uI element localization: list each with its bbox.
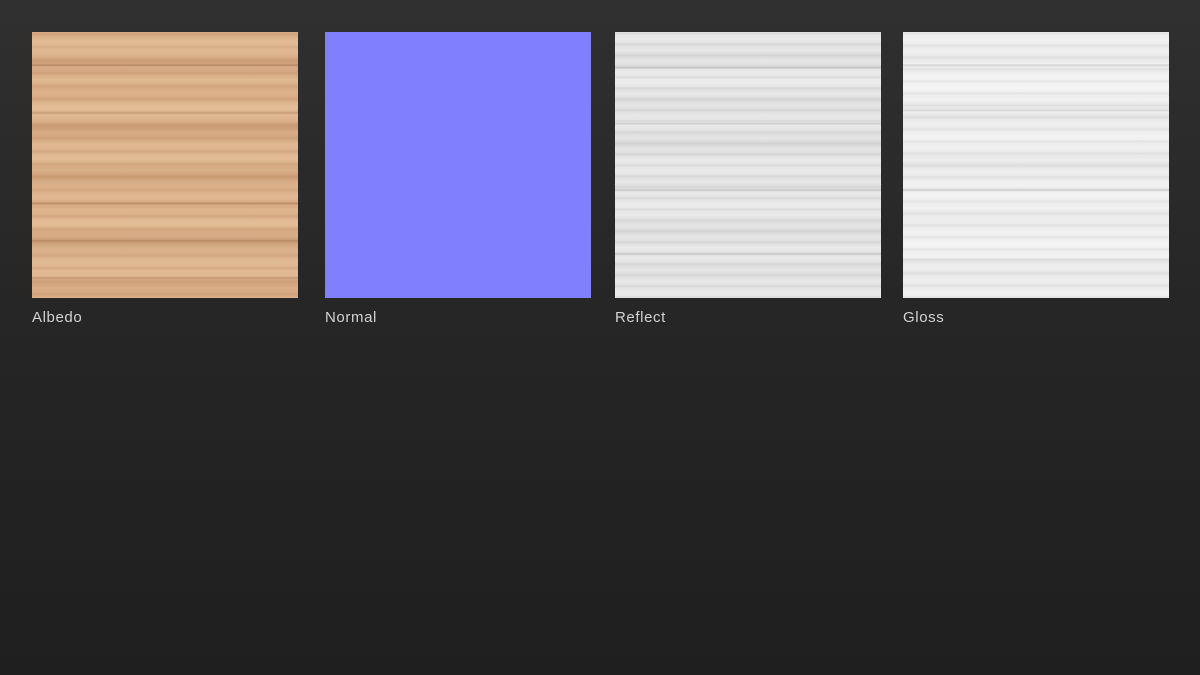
texture-tile-normal[interactable]: Normal (325, 32, 591, 326)
reflect-texture-label: Reflect (615, 309, 666, 326)
texture-tile-albedo[interactable]: Albedo (32, 32, 298, 326)
gloss-texture-preview[interactable] (903, 32, 1169, 298)
normal-texture-label: Normal (325, 309, 377, 326)
texture-tile-reflect[interactable]: Reflect (615, 32, 881, 326)
gloss-texture-label: Gloss (903, 309, 945, 326)
albedo-texture-preview[interactable] (32, 32, 298, 298)
normal-texture-preview[interactable] (325, 32, 591, 298)
reflect-texture-preview[interactable] (615, 32, 881, 298)
texture-map-gallery: Albedo Normal Reflect Gloss (0, 0, 1200, 675)
albedo-texture-label: Albedo (32, 309, 83, 326)
texture-tile-gloss[interactable]: Gloss (903, 32, 1169, 326)
